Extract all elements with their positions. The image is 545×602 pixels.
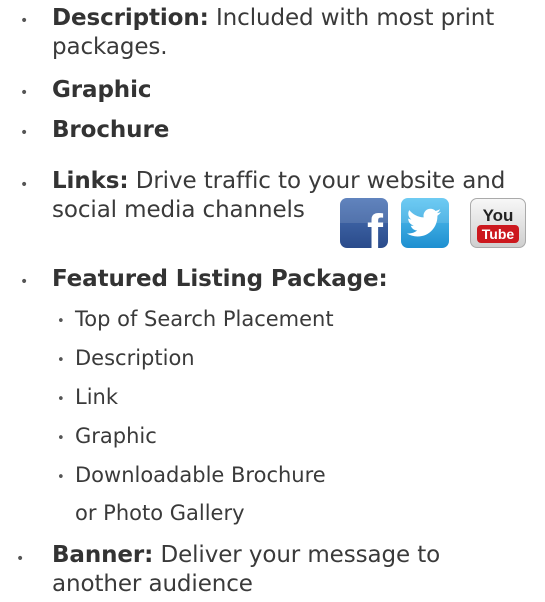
item-text-continued: another audience xyxy=(52,571,253,597)
facebook-icon[interactable]: f xyxy=(340,198,388,248)
sub-item-continued: or Photo Gallery xyxy=(75,501,245,525)
youtube-icon[interactable]: You Tube xyxy=(470,198,526,248)
item-label: Featured Listing Package: xyxy=(52,266,388,292)
facebook-glyph: f xyxy=(367,206,384,248)
sub-item: Description xyxy=(75,346,195,370)
item-text: Deliver your message to xyxy=(160,542,441,568)
item-text-continued: packages. xyxy=(52,34,168,60)
sub-item: Link xyxy=(75,385,119,409)
sub-bullet: • xyxy=(57,470,65,485)
youtube-tube-text: Tube xyxy=(482,226,515,242)
bullet: • xyxy=(16,551,25,567)
bullet: • xyxy=(20,13,29,29)
sub-item: Downloadable Brochure xyxy=(75,463,326,487)
bullet: • xyxy=(20,177,29,193)
sub-bullet: • xyxy=(57,314,65,329)
sub-bullet: • xyxy=(57,431,65,446)
youtube-you-text: You xyxy=(483,206,514,225)
bullet: • xyxy=(20,274,29,290)
bullet: • xyxy=(20,85,29,101)
item-label: Description: xyxy=(52,5,209,31)
item-text: Included with most print xyxy=(215,5,495,31)
item-text: Drive traffic to your website and xyxy=(135,168,506,194)
item-label: Banner: xyxy=(52,542,154,568)
twitter-icon[interactable] xyxy=(401,198,449,248)
sub-item: Graphic xyxy=(75,424,157,448)
sub-bullet: • xyxy=(57,392,65,407)
item-text-continued: social media channels xyxy=(52,197,305,223)
item-label: Links: xyxy=(52,168,129,194)
item-label: Brochure xyxy=(52,117,170,143)
bullet: • xyxy=(20,125,29,141)
sub-item: Top of Search Placement xyxy=(75,307,334,331)
item-label: Graphic xyxy=(52,77,152,103)
sub-bullet: • xyxy=(57,353,65,368)
